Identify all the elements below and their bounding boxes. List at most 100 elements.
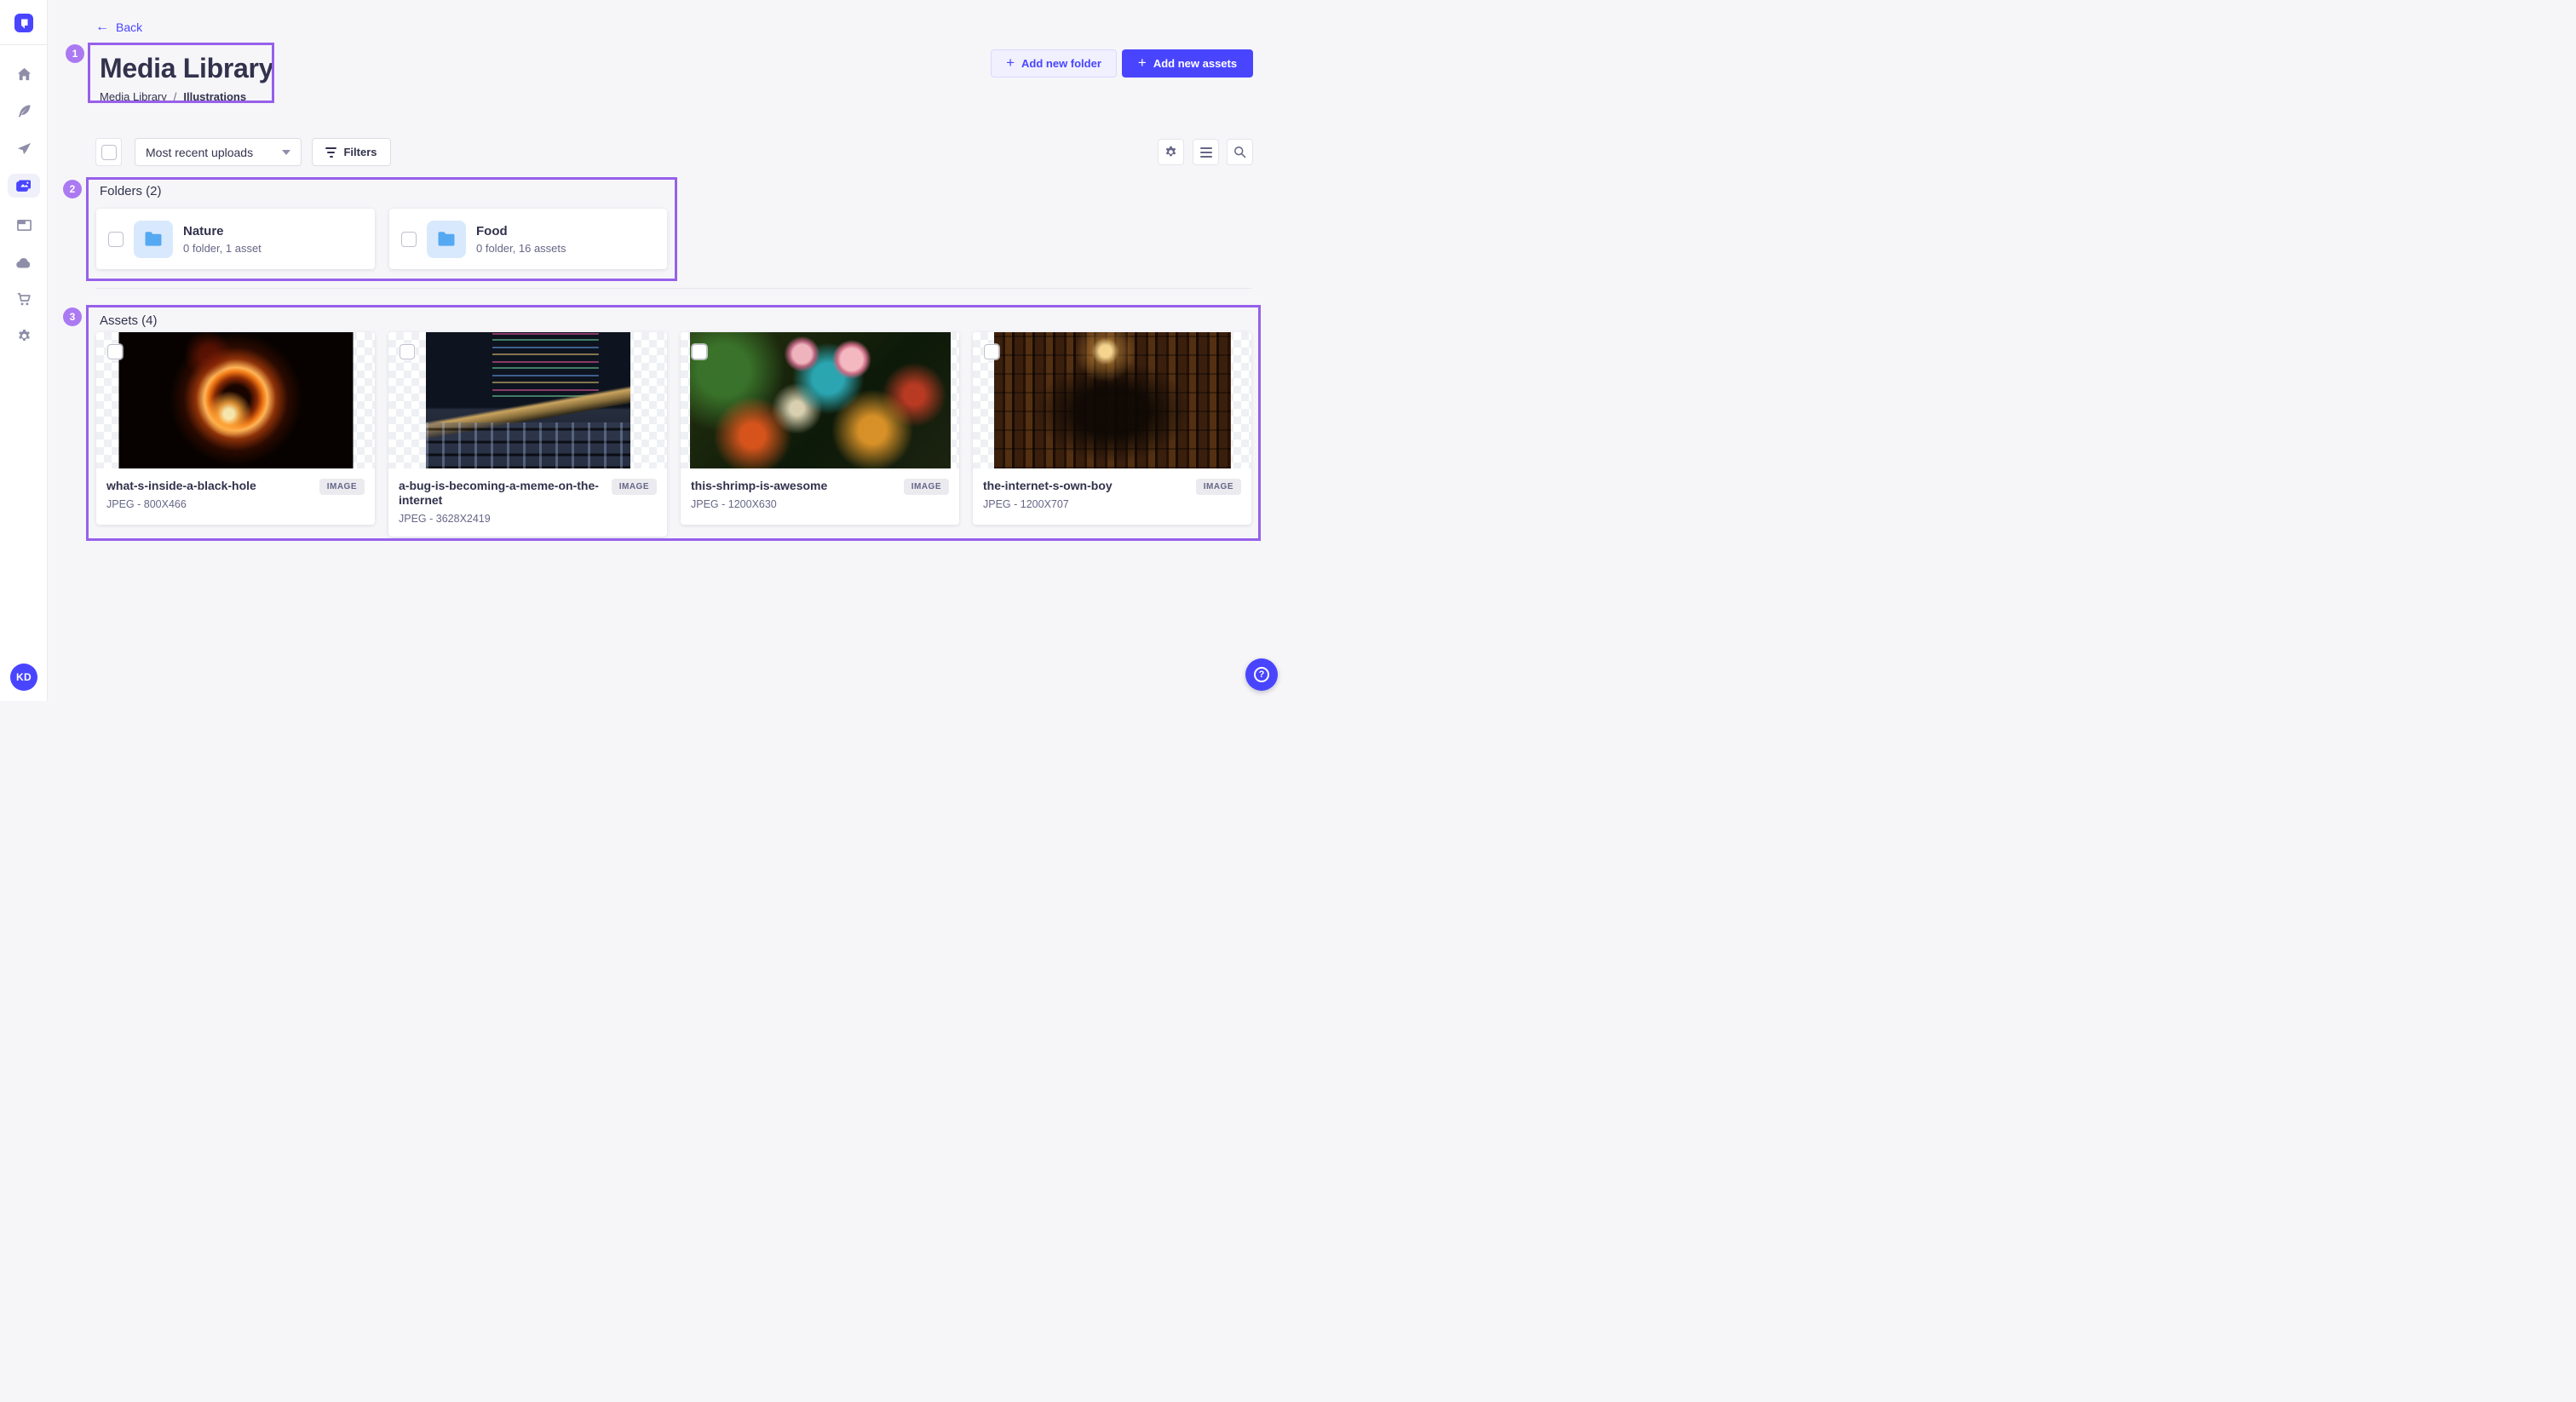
sort-select-value: Most recent uploads [146, 146, 253, 159]
feather-icon [16, 103, 32, 119]
cloud-icon [15, 256, 32, 269]
back-arrow-icon: ← [95, 21, 109, 33]
asset-meta: JPEG - 3628X2419 [399, 513, 657, 525]
title-block: Media Library Media Library / Illustrati… [90, 45, 273, 103]
help-button[interactable]: ? [1245, 658, 1278, 691]
asset-checkbox[interactable] [107, 344, 123, 359]
back-link[interactable]: ← Back [95, 20, 142, 34]
asset-meta: JPEG - 1200X630 [691, 498, 949, 510]
asset-checkbox[interactable] [984, 344, 999, 359]
asset-card[interactable]: the-internet-s-own-boy JPEG - 1200X707 I… [973, 332, 1251, 525]
sidebar-header [0, 0, 47, 45]
asset-footer: this-shrimp-is-awesome JPEG - 1200X630 I… [681, 468, 959, 525]
asset-name: this-shrimp-is-awesome [691, 479, 894, 493]
folders-heading: Folders (2) [100, 184, 162, 198]
gear-icon [16, 328, 32, 344]
asset-thumbnail [973, 332, 1251, 468]
section-divider [96, 288, 1251, 289]
asset-type-badge: IMAGE [612, 479, 657, 495]
folder-checkbox[interactable] [401, 232, 417, 247]
sidebar-item-deploy[interactable] [0, 247, 48, 278]
breadcrumb: Media Library / Illustrations [100, 90, 273, 103]
folder-info: Nature 0 folder, 1 asset [183, 224, 262, 255]
folder-card-food[interactable]: Food 0 folder, 16 assets [389, 209, 667, 269]
user-avatar[interactable]: KD [10, 664, 37, 691]
asset-footer: the-internet-s-own-boy JPEG - 1200X707 I… [973, 468, 1251, 525]
sort-select[interactable]: Most recent uploads [135, 138, 302, 166]
strapi-logo-icon[interactable] [14, 14, 33, 32]
asset-checkbox[interactable] [692, 344, 707, 359]
mantis-shrimp-photo [690, 332, 951, 468]
sidebar-item-marketplace[interactable] [0, 284, 48, 314]
asset-type-badge: IMAGE [319, 479, 365, 495]
plus-icon: + [1138, 55, 1147, 70]
asset-name: the-internet-s-own-boy [983, 479, 1186, 493]
list-icon [1200, 147, 1212, 158]
asset-thumbnail [681, 332, 959, 468]
asset-card[interactable]: a-bug-is-becoming-a-meme-on-the-internet… [388, 332, 667, 537]
sidebar-item-content-type-builder[interactable] [0, 210, 48, 240]
asset-thumbnail [388, 332, 667, 468]
folder-meta: 0 folder, 16 assets [476, 242, 566, 255]
question-mark-icon: ? [1254, 667, 1269, 682]
breadcrumb-separator: / [174, 90, 177, 103]
asset-name: a-bug-is-becoming-a-meme-on-the-internet [399, 479, 601, 508]
folder-name: Nature [183, 224, 262, 238]
add-new-folder-button[interactable]: + Add new folder [991, 49, 1117, 78]
folder-card-nature[interactable]: Nature 0 folder, 1 asset [96, 209, 375, 269]
plus-icon: + [1006, 55, 1015, 70]
assets-heading: Assets (4) [100, 313, 158, 328]
folder-icon [144, 231, 163, 247]
chevron-down-icon [282, 150, 290, 155]
sidebar-item-content-manager[interactable] [0, 95, 48, 126]
filters-button[interactable]: Filters [312, 138, 391, 166]
annotation-badge-1: 1 [66, 44, 84, 63]
paper-plane-icon [16, 141, 32, 157]
asset-type-badge: IMAGE [1196, 479, 1241, 495]
sidebar-item-home[interactable] [0, 59, 48, 89]
library-portrait-photo [994, 332, 1231, 468]
add-new-assets-button[interactable]: + Add new assets [1122, 49, 1253, 78]
page-title: Media Library [100, 53, 273, 83]
folder-icon [437, 231, 456, 247]
back-label: Back [116, 20, 142, 34]
folder-meta: 0 folder, 1 asset [183, 242, 262, 255]
sidebar-item-media-library[interactable] [8, 174, 40, 198]
annotation-badge-3: 3 [63, 307, 82, 326]
asset-checkbox[interactable] [400, 344, 415, 359]
add-new-folder-label: Add new folder [1021, 57, 1101, 70]
sidebar: KD [0, 0, 48, 701]
view-settings-button[interactable] [1158, 139, 1184, 165]
gear-icon [1164, 145, 1178, 159]
filter-icon [325, 147, 336, 158]
folder-info: Food 0 folder, 16 assets [476, 224, 566, 255]
annotation-badge-2: 2 [63, 180, 82, 198]
black-hole-photo [118, 332, 353, 468]
folder-checkbox[interactable] [108, 232, 124, 247]
sidebar-item-releases[interactable] [0, 133, 48, 164]
breadcrumb-root[interactable]: Media Library [100, 90, 167, 103]
search-icon [1233, 145, 1247, 159]
home-icon [16, 66, 32, 83]
sidebar-item-settings[interactable] [0, 320, 48, 351]
cart-icon [16, 291, 32, 307]
add-new-assets-label: Add new assets [1153, 57, 1237, 70]
folder-tile [134, 221, 173, 258]
search-button[interactable] [1227, 139, 1253, 165]
asset-meta: JPEG - 800X466 [106, 498, 365, 510]
layout-icon [16, 218, 32, 233]
asset-card[interactable]: this-shrimp-is-awesome JPEG - 1200X630 I… [681, 332, 959, 525]
media-library-icon [15, 178, 32, 193]
asset-card[interactable]: what-s-inside-a-black-hole JPEG - 800X46… [96, 332, 375, 525]
select-all-checkbox[interactable] [101, 145, 117, 160]
asset-name: what-s-inside-a-black-hole [106, 479, 309, 493]
asset-footer: what-s-inside-a-black-hole JPEG - 800X46… [96, 468, 375, 525]
list-view-button[interactable] [1193, 139, 1219, 165]
laptop-code-photo [426, 332, 630, 468]
filters-label: Filters [343, 146, 377, 158]
select-all-container [95, 138, 122, 166]
media-library-page: KD ← Back 1 Media Library Media Library … [0, 0, 1288, 701]
folder-tile [427, 221, 466, 258]
breadcrumb-current: Illustrations [183, 90, 246, 103]
folder-name: Food [476, 224, 566, 238]
